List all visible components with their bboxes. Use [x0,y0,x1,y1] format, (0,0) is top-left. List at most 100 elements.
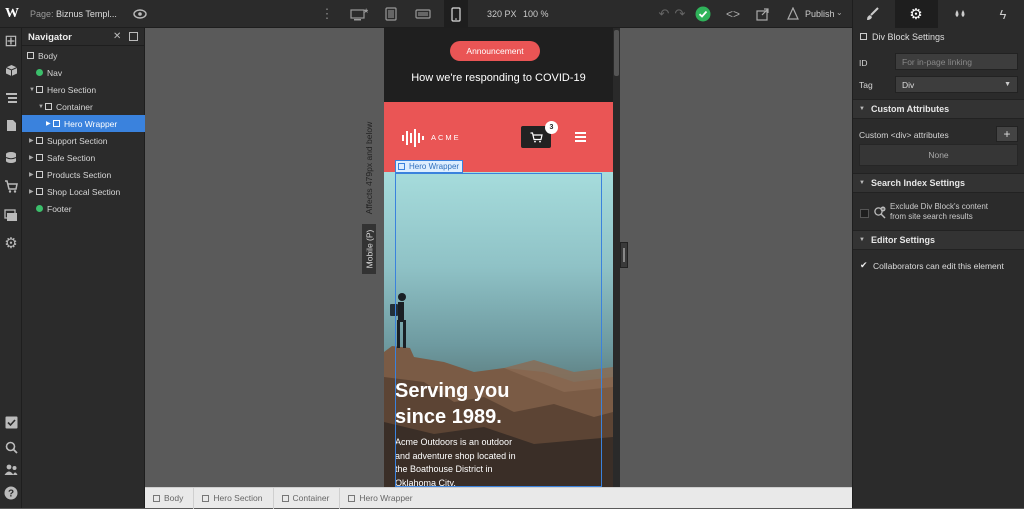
breadcrumb-label: Hero Wrapper [359,493,413,503]
nav-item-label: Nav [47,67,63,78]
nav-item-hero-section[interactable]: ▼ Hero Section [22,81,145,98]
block-settings-title: Div Block Settings [872,32,945,42]
chevron-down-icon[interactable]: ⌄ [836,8,843,17]
more-vertical-icon[interactable]: ⋮ [318,5,336,23]
help-icon[interactable]: ? [2,484,20,502]
cart-icon[interactable] [2,177,20,195]
covid-link[interactable]: How we're responding to COVID-19 [384,72,613,84]
drops-icon[interactable] [951,5,969,23]
lightning-icon[interactable]: ϟ [994,5,1012,23]
caret-right-icon[interactable]: ▶ [29,154,36,161]
scrollbar-thumb[interactable] [614,30,619,76]
left-rail: ⊞ ⚙ ? [0,28,22,508]
caret-right-icon[interactable]: ▶ [29,188,36,195]
caret-right-icon[interactable]: ▶ [46,120,53,127]
search-index-header[interactable]: ▼ Search Index Settings [853,173,1024,193]
nav-item-hero-wrapper[interactable]: ▶ Hero Wrapper [22,115,145,132]
nav-item-safe-section[interactable]: ▶ Safe Section [22,149,145,166]
collaborators-checkbox[interactable]: ✔ [860,260,868,271]
gear-icon[interactable]: ⚙ [907,5,925,23]
nav-item-container[interactable]: ▼ Container [22,98,145,115]
navigator-title: Navigator [28,32,72,43]
nav-item-products-section[interactable]: ▶ Products Section [22,166,145,183]
publish-button[interactable]: Publish [805,9,835,19]
add-attribute-button[interactable]: + [996,126,1018,142]
caret-down-icon: ▼ [859,237,865,243]
nav-item-shop-local-section[interactable]: ▶ Shop Local Section [22,183,145,200]
editor-settings-header[interactable]: ▼ Editor Settings [853,230,1024,250]
selection-tag[interactable]: Hero Wrapper [395,160,464,173]
cart-count-badge: 3 [545,121,558,134]
resize-handle[interactable] [620,242,628,268]
breadcrumb-label: Body [164,493,184,503]
page-name[interactable]: Biznus Templ... [56,9,117,19]
id-input[interactable]: For in-page linking [895,53,1018,70]
svg-text:★: ★ [363,7,368,15]
cube-icon[interactable] [2,61,20,79]
collaborators-label: Collaborators can edit this element [873,261,1004,271]
search-icon[interactable] [2,438,20,456]
database-icon[interactable] [2,148,20,166]
mobile-viewport[interactable]: Announcement How we're responding to COV… [384,28,613,487]
checklist-icon[interactable] [2,413,20,431]
breadcrumb-label: Hero Section [213,493,263,503]
redo-icon[interactable]: ↷ [671,5,689,23]
caret-right-icon[interactable]: ▶ [29,171,36,178]
div-block-icon [860,33,867,40]
navigator-panel: Navigator ✕ Body Nav ▼ Hero Section ▼ Cont… [22,28,145,508]
nav-item-label: Footer [47,203,72,214]
width-readout: 320 PX [487,9,517,19]
users-icon[interactable] [2,461,20,479]
soundwave-logo-icon[interactable] [402,129,424,150]
settings-icon[interactable]: ⚙ [2,234,20,252]
symbol-icon [36,205,43,212]
dock-icon[interactable] [129,32,138,41]
hamburger-menu-icon[interactable] [575,132,586,142]
caret-right-icon[interactable]: ▶ [29,137,36,144]
images-icon[interactable] [2,206,20,224]
breadcrumb-body[interactable]: Body [145,487,195,509]
tag-select[interactable]: Div ▼ [895,76,1018,93]
nav-item-support-section[interactable]: ▶ Support Section [22,132,145,149]
page-icon[interactable] [2,116,20,134]
tablet-icon[interactable] [382,5,400,23]
nav-item-body[interactable]: Body [22,47,145,64]
caret-down-icon[interactable]: ▼ [29,87,36,93]
publish-icon[interactable] [784,5,802,23]
breadcrumb-hero-wrapper[interactable]: Hero Wrapper [340,488,422,509]
nav-item-label: Support Section [47,135,108,146]
custom-attributes-header[interactable]: ▼ Custom Attributes [853,99,1024,119]
export-icon[interactable] [754,5,772,23]
exclude-checkbox[interactable] [860,209,869,218]
nav-item-nav[interactable]: Nav [22,64,145,81]
caret-down-icon: ▼ [859,180,865,186]
layers-icon[interactable] [2,89,20,107]
breadcrumb-hero-section[interactable]: Hero Section [194,487,274,509]
search-exclude-icon [873,206,887,223]
breadcrumb-container[interactable]: Container [274,487,341,509]
announcement-button[interactable]: Announcement [450,41,540,61]
exclude-label: Exclude Div Block's content from site se… [890,202,988,222]
brand-name[interactable]: ACME [431,133,461,142]
nav-item-label: Hero Section [47,84,97,95]
collapse-icon[interactable]: ✕ [113,31,121,42]
symbol-icon [36,69,43,76]
mobile-landscape-icon[interactable] [414,5,432,23]
nav-item-footer[interactable]: Footer [22,200,145,217]
code-icon[interactable]: <> [724,5,742,23]
desktop-star-icon[interactable]: ★ [348,5,370,23]
svg-text:?: ? [8,489,14,500]
exclude-label-line: Exclude Div Block's content [890,202,989,211]
eye-icon[interactable] [131,5,149,23]
viewport-scrollbar[interactable] [613,28,620,487]
caret-down-icon[interactable]: ▼ [38,104,45,110]
check-circle-icon[interactable] [694,5,712,23]
add-icon[interactable]: ⊞ [2,32,20,50]
webflow-logo[interactable]: W [2,5,22,23]
mobile-portrait-icon[interactable] [447,5,465,23]
breakpoint-affects-label: Affects 479px and below [364,121,374,215]
nav-item-label: Safe Section [47,152,96,163]
top-toolbar: W Page: Biznus Templ... ⋮ ★ 320 PX 100 %… [0,0,1024,28]
section-title: Custom Attributes [870,104,950,114]
brush-icon[interactable] [864,5,882,23]
